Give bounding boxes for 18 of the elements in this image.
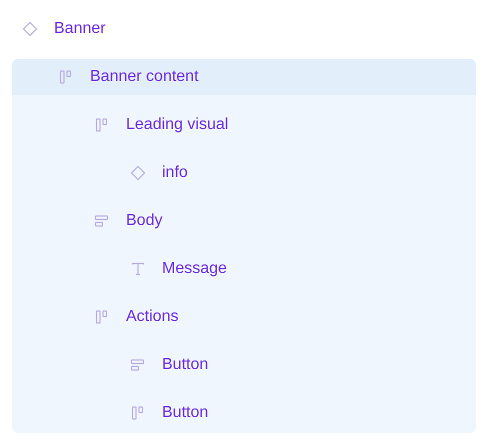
layer-row[interactable]: info xyxy=(12,153,476,193)
layer-row[interactable]: Message xyxy=(12,249,476,289)
layer-row[interactable]: Banner content xyxy=(12,59,476,95)
layer-row[interactable]: Button xyxy=(12,345,476,385)
layout-icon xyxy=(94,213,110,229)
layout-icon xyxy=(130,357,146,373)
layout-icon xyxy=(58,69,74,85)
layout-icon xyxy=(130,405,146,421)
layer-row[interactable]: Leading visual xyxy=(12,105,476,145)
layer-row[interactable]: Body xyxy=(12,201,476,241)
diamond-icon xyxy=(22,21,38,37)
text-icon xyxy=(130,261,146,277)
layer-row[interactable]: Button xyxy=(12,393,476,433)
layout-icon xyxy=(94,117,110,133)
layer-row[interactable]: Banner xyxy=(0,5,484,53)
layer-row[interactable]: Actions xyxy=(12,297,476,337)
layout-icon xyxy=(94,309,110,325)
diamond-icon xyxy=(130,165,146,181)
